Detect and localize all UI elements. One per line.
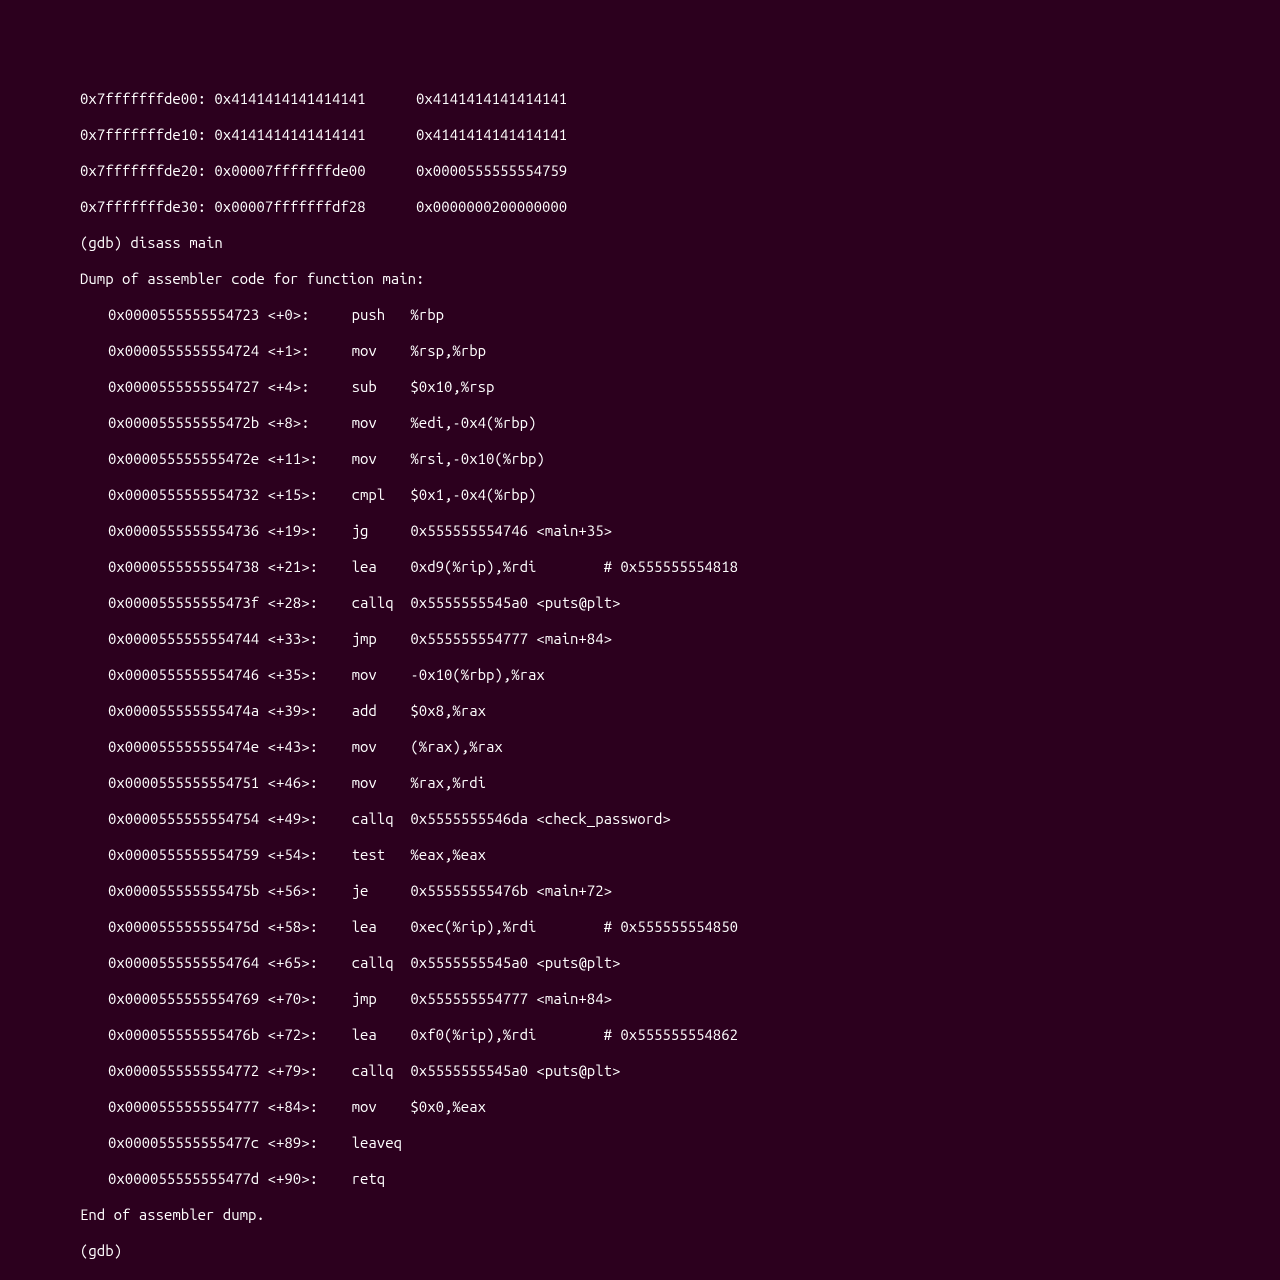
asm-line: 0x0000555555554772 <+79>: callq 0x555555… bbox=[80, 1062, 1280, 1080]
asm-line: 0x0000555555554744 <+33>: jmp 0x55555555… bbox=[80, 630, 1280, 648]
dump-footer: End of assembler dump. bbox=[80, 1206, 1280, 1224]
asm-line: 0x0000555555554736 <+19>: jg 0x555555554… bbox=[80, 522, 1280, 540]
asm-line: 0x000055555555474a <+39>: add $0x8,%rax bbox=[80, 702, 1280, 720]
asm-line: 0x0000555555554751 <+46>: mov %rax,%rdi bbox=[80, 774, 1280, 792]
memory-line: 0x7fffffffde00: 0x4141414141414141 0x414… bbox=[80, 90, 1280, 108]
asm-line: 0x000055555555472e <+11>: mov %rsi,-0x10… bbox=[80, 450, 1280, 468]
asm-line: 0x000055555555475d <+58>: lea 0xec(%rip)… bbox=[80, 918, 1280, 936]
asm-line: 0x0000555555554724 <+1>: mov %rsp,%rbp bbox=[80, 342, 1280, 360]
asm-line: 0x000055555555476b <+72>: lea 0xf0(%rip)… bbox=[80, 1026, 1280, 1044]
asm-line: 0x000055555555475b <+56>: je 0x555555554… bbox=[80, 882, 1280, 900]
asm-line: 0x000055555555472b <+8>: mov %edi,-0x4(%… bbox=[80, 414, 1280, 432]
asm-line: 0x0000555555554759 <+54>: test %eax,%eax bbox=[80, 846, 1280, 864]
asm-line: 0x000055555555477d <+90>: retq bbox=[80, 1170, 1280, 1188]
gdb-prompt[interactable]: (gdb) bbox=[80, 1242, 1280, 1260]
asm-line: 0x0000555555554777 <+84>: mov $0x0,%eax bbox=[80, 1098, 1280, 1116]
memory-line: 0x7fffffffde10: 0x4141414141414141 0x414… bbox=[80, 126, 1280, 144]
asm-line: 0x0000555555554738 <+21>: lea 0xd9(%rip)… bbox=[80, 558, 1280, 576]
asm-line: 0x0000555555554764 <+65>: callq 0x555555… bbox=[80, 954, 1280, 972]
asm-line: 0x0000555555554727 <+4>: sub $0x10,%rsp bbox=[80, 378, 1280, 396]
asm-line: 0x0000555555554769 <+70>: jmp 0x55555555… bbox=[80, 990, 1280, 1008]
asm-line: 0x0000555555554732 <+15>: cmpl $0x1,-0x4… bbox=[80, 486, 1280, 504]
gdb-command: (gdb) disass main bbox=[80, 234, 1280, 252]
asm-line: 0x000055555555474e <+43>: mov (%rax),%ra… bbox=[80, 738, 1280, 756]
asm-line: 0x000055555555473f <+28>: callq 0x555555… bbox=[80, 594, 1280, 612]
asm-line: 0x000055555555477c <+89>: leaveq bbox=[80, 1134, 1280, 1152]
asm-line: 0x0000555555554754 <+49>: callq 0x555555… bbox=[80, 810, 1280, 828]
memory-line: 0x7fffffffde30: 0x00007fffffffdf28 0x000… bbox=[80, 198, 1280, 216]
terminal-output[interactable]: 0x7fffffffde00: 0x4141414141414141 0x414… bbox=[0, 72, 1280, 1278]
memory-line: 0x7fffffffde20: 0x00007fffffffde00 0x000… bbox=[80, 162, 1280, 180]
asm-line: 0x0000555555554746 <+35>: mov -0x10(%rbp… bbox=[80, 666, 1280, 684]
dump-header: Dump of assembler code for function main… bbox=[80, 270, 1280, 288]
asm-line: 0x0000555555554723 <+0>: push %rbp bbox=[80, 306, 1280, 324]
